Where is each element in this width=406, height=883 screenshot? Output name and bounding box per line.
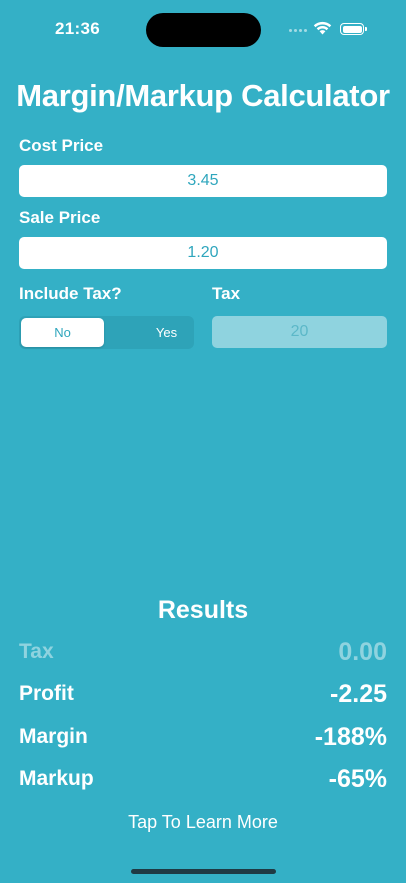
tax-input[interactable]: 20 (212, 316, 387, 348)
include-tax-option-no[interactable]: No (21, 318, 104, 347)
cost-price-input[interactable]: 3.45 (19, 165, 387, 197)
result-profit-value: -2.25 (330, 680, 387, 708)
result-margin-value: -188% (314, 723, 387, 751)
include-tax-segmented-control[interactable]: No Yes (19, 316, 194, 349)
status-time: 21:36 (55, 19, 100, 38)
tax-label: Tax (212, 284, 241, 303)
cellular-signal-icon (289, 29, 309, 35)
include-tax-label: Include Tax? (19, 284, 122, 303)
result-markup-value: -65% (328, 765, 387, 793)
wifi-icon (313, 21, 332, 35)
result-markup-label: Markup (19, 767, 94, 790)
sale-price-input[interactable]: 1.20 (19, 237, 387, 269)
status-bar: 21:36 (0, 0, 406, 60)
result-profit-label: Profit (19, 682, 74, 705)
learn-more-button[interactable]: Tap To Learn More (0, 812, 406, 833)
sale-price-label: Sale Price (19, 208, 101, 227)
page-title: Margin/Markup Calculator (16, 78, 390, 113)
results-title: Results (157, 596, 249, 624)
home-indicator (131, 869, 276, 874)
cost-price-label: Cost Price (19, 136, 104, 155)
dynamic-island (146, 13, 261, 47)
result-tax-label: Tax (19, 640, 54, 663)
include-tax-option-yes[interactable]: Yes (125, 318, 208, 347)
battery-icon (340, 23, 367, 35)
result-margin-label: Margin (19, 725, 88, 748)
result-tax-value: 0.00 (338, 638, 387, 666)
